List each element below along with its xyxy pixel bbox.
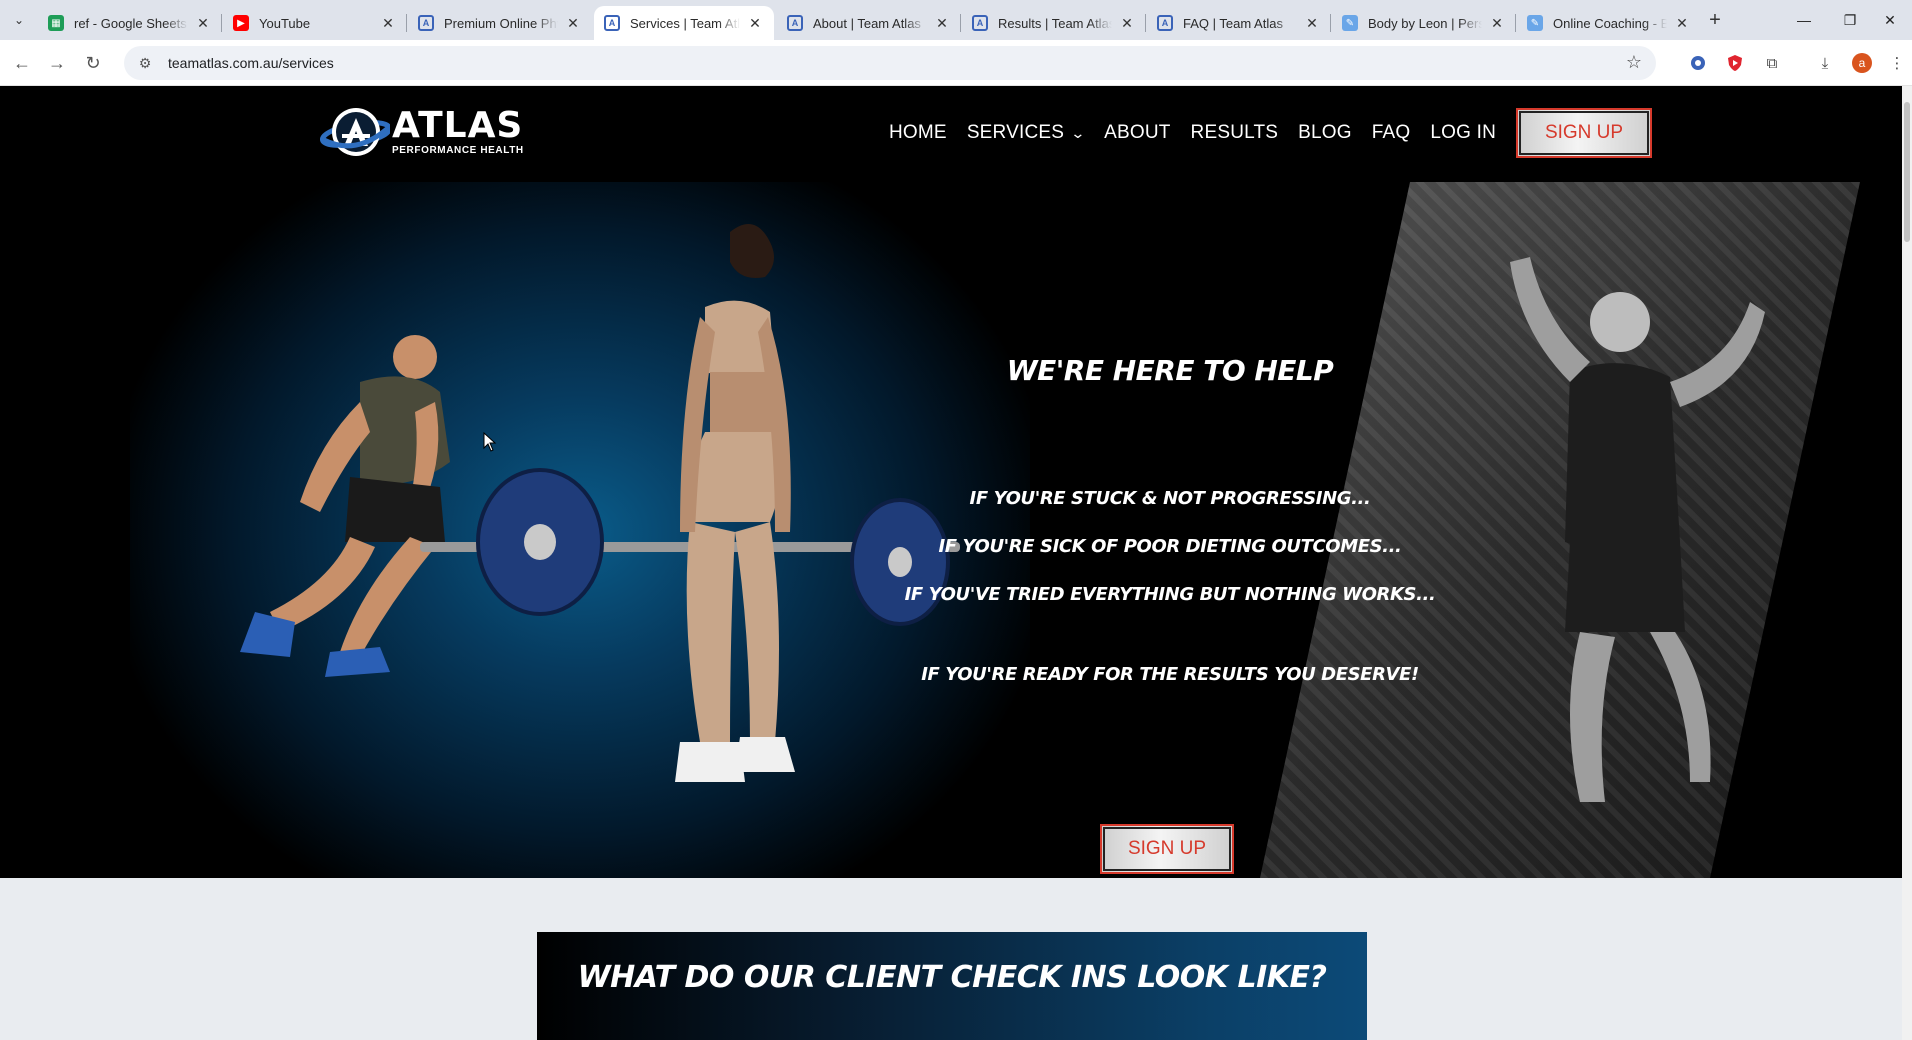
page-viewport: ATLAS PERFORMANCE HEALTH HOME SERVICES ⌄… bbox=[0, 86, 1902, 1040]
tab-title: Body by Leon | Perso bbox=[1368, 15, 1482, 31]
checkin-title: WHAT DO OUR CLIENT CHECK INS LOOK LIKE? bbox=[577, 960, 1327, 995]
atlas-logo-icon bbox=[319, 104, 393, 160]
hero-line: IF YOU'RE READY FOR THE RESULTS YOU DESE… bbox=[921, 664, 1419, 685]
tab[interactable]: A Premium Online Phys ✕ bbox=[408, 6, 592, 40]
hero-athletes-image bbox=[240, 224, 960, 782]
close-icon[interactable]: ✕ bbox=[379, 14, 397, 32]
browser-toolbar: ← → ↻ ⚙ teamatlas.com.au/services ☆ ⧉ ⤓ … bbox=[0, 40, 1912, 86]
checkin-section: WHAT DO OUR CLIENT CHECK INS LOOK LIKE? bbox=[0, 878, 1902, 1040]
sheets-icon: ▦ bbox=[48, 15, 64, 31]
tab[interactable]: ✎ Body by Leon | Perso ✕ bbox=[1332, 6, 1516, 40]
close-icon[interactable]: ✕ bbox=[746, 14, 764, 32]
hero-line: IF YOU'RE STUCK & NOT PROGRESSING... bbox=[969, 488, 1371, 509]
page-scrollbar[interactable] bbox=[1902, 86, 1912, 1040]
reload-button[interactable]: ↻ bbox=[80, 50, 106, 76]
tab-title: FAQ | Team Atlas bbox=[1183, 15, 1283, 31]
hero-title: WE'RE HERE TO HELP bbox=[1006, 354, 1334, 387]
tab-title: Results | Team Atlas bbox=[998, 15, 1112, 31]
reload-icon: ↻ bbox=[85, 52, 101, 73]
tab-strip: ⌄ ▦ ref - Google Sheets ✕ ▶ YouTube ✕ A … bbox=[0, 0, 1912, 40]
tab[interactable]: ▶ YouTube ✕ bbox=[223, 6, 407, 40]
close-icon[interactable]: ✕ bbox=[1303, 14, 1321, 32]
more-menu-icon[interactable]: ⋮ bbox=[1886, 52, 1908, 74]
plus-icon: + bbox=[1709, 8, 1721, 31]
mouse-cursor-icon bbox=[483, 432, 497, 452]
new-tab-button[interactable]: + bbox=[1703, 8, 1727, 32]
nav-login[interactable]: LOG IN bbox=[1430, 122, 1496, 144]
tab-active[interactable]: A Services | Team Atlas ✕ bbox=[594, 6, 774, 40]
atlas-icon: A bbox=[604, 15, 620, 31]
close-icon[interactable]: ✕ bbox=[1118, 14, 1136, 32]
header-signup-button[interactable]: SIGN UP bbox=[1516, 108, 1652, 158]
nav-blog[interactable]: BLOG bbox=[1298, 122, 1352, 144]
atlas-icon: A bbox=[972, 15, 988, 31]
atlas-icon: A bbox=[787, 15, 803, 31]
site-info-icon[interactable]: ⚙ bbox=[132, 55, 158, 72]
tab[interactable]: A FAQ | Team Atlas ✕ bbox=[1147, 6, 1331, 40]
hero-text-block: WE'RE HERE TO HELP IF YOU'RE STUCK & NOT… bbox=[900, 182, 1440, 878]
scrollbar-thumb[interactable] bbox=[1904, 102, 1910, 242]
site-header: ATLAS PERFORMANCE HEALTH HOME SERVICES ⌄… bbox=[0, 86, 1902, 182]
avatar[interactable]: a bbox=[1851, 52, 1873, 74]
tab-title: Premium Online Phys bbox=[444, 15, 558, 31]
bookmark-star-icon[interactable]: ☆ bbox=[1626, 52, 1642, 73]
atlas-logo[interactable]: ATLAS PERFORMANCE HEALTH bbox=[319, 102, 524, 162]
arrow-right-icon: → bbox=[48, 52, 66, 73]
minimize-button[interactable]: — bbox=[1780, 0, 1828, 40]
close-icon: ✕ bbox=[1884, 11, 1896, 28]
download-icon[interactable]: ⤓ bbox=[1814, 52, 1836, 74]
extension-icon[interactable] bbox=[1687, 52, 1709, 74]
nav-faq[interactable]: FAQ bbox=[1372, 122, 1411, 144]
tab[interactable]: ✎ Online Coaching - Bo ✕ bbox=[1517, 6, 1701, 40]
back-button[interactable]: ← bbox=[9, 50, 35, 76]
nav-home[interactable]: HOME bbox=[889, 122, 947, 144]
close-icon[interactable]: ✕ bbox=[194, 14, 212, 32]
arrow-left-icon: ← bbox=[13, 52, 31, 73]
doc-icon: ✎ bbox=[1342, 15, 1358, 31]
checkin-card: WHAT DO OUR CLIENT CHECK INS LOOK LIKE? bbox=[537, 932, 1367, 1040]
minimize-icon: — bbox=[1797, 12, 1811, 28]
close-icon[interactable]: ✕ bbox=[564, 14, 582, 32]
chevron-down-icon: ⌄ bbox=[1070, 124, 1086, 141]
tab-title: Online Coaching - Bo bbox=[1553, 15, 1667, 31]
nav-about[interactable]: ABOUT bbox=[1104, 122, 1170, 144]
restore-icon: ❐ bbox=[1843, 11, 1857, 28]
nav-services[interactable]: SERVICES ⌄ bbox=[967, 122, 1086, 144]
url-text: teamatlas.com.au/services bbox=[168, 55, 334, 71]
tab[interactable]: A Results | Team Atlas ✕ bbox=[962, 6, 1146, 40]
hero-line: IF YOU'VE TRIED EVERYTHING BUT NOTHING W… bbox=[904, 584, 1436, 605]
close-icon[interactable]: ✕ bbox=[933, 14, 951, 32]
tab-title: About | Team Atlas bbox=[813, 15, 921, 31]
close-icon[interactable]: ✕ bbox=[1488, 14, 1506, 32]
address-bar[interactable]: ⚙ teamatlas.com.au/services ☆ bbox=[124, 46, 1656, 80]
chevron-down-icon: ⌄ bbox=[13, 13, 25, 27]
tab[interactable]: ▦ ref - Google Sheets ✕ bbox=[38, 6, 222, 40]
main-nav: HOME SERVICES ⌄ ABOUT RESULTS BLOG FAQ L… bbox=[889, 108, 1652, 158]
shield-extension-icon[interactable] bbox=[1724, 52, 1746, 74]
tab-title: ref - Google Sheets bbox=[74, 15, 187, 31]
close-window-button[interactable]: ✕ bbox=[1866, 0, 1912, 40]
puzzle-icon[interactable]: ⧉ bbox=[1761, 52, 1783, 74]
tab-title: Services | Team Atlas bbox=[630, 15, 740, 31]
tab-search-button[interactable]: ⌄ bbox=[6, 8, 32, 32]
doc-icon: ✎ bbox=[1527, 15, 1543, 31]
tab-title: YouTube bbox=[259, 15, 311, 31]
atlas-icon: A bbox=[418, 15, 434, 31]
close-icon[interactable]: ✕ bbox=[1673, 14, 1691, 32]
logo-tagline: PERFORMANCE HEALTH bbox=[392, 145, 524, 156]
nav-results[interactable]: RESULTS bbox=[1191, 122, 1279, 144]
tab[interactable]: A About | Team Atlas ✕ bbox=[777, 6, 961, 40]
youtube-icon: ▶ bbox=[233, 15, 249, 31]
atlas-icon: A bbox=[1157, 15, 1173, 31]
hero-section: WE'RE HERE TO HELP IF YOU'RE STUCK & NOT… bbox=[0, 182, 1902, 878]
forward-button[interactable]: → bbox=[44, 50, 70, 76]
logo-name: ATLAS bbox=[392, 105, 524, 146]
hero-line: IF YOU'RE SICK OF POOR DIETING OUTCOMES.… bbox=[938, 536, 1402, 557]
hero-signup-button[interactable]: SIGN UP bbox=[1100, 824, 1234, 874]
